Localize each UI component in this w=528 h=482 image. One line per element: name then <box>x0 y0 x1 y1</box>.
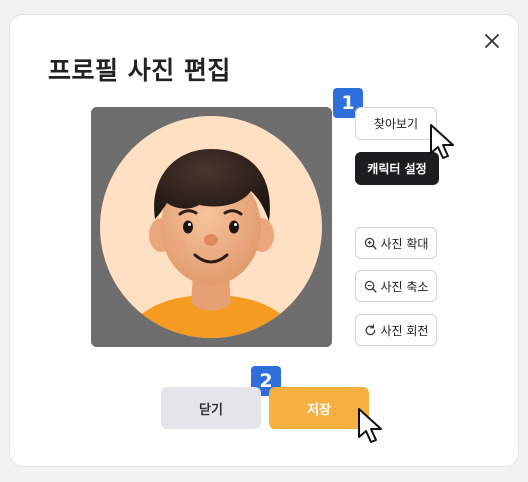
profile-photo-dialog: 프로필 사진 편집 1 찾아보기 캐릭터 설정 사진 확대 사진 축소 사진 회… <box>9 14 519 467</box>
browse-button-label: 찾아보기 <box>373 117 419 131</box>
character-settings-label: 캐릭터 설정 <box>367 162 427 176</box>
dialog-title: 프로필 사진 편집 <box>48 56 231 85</box>
save-button[interactable]: 저장 <box>269 387 369 429</box>
rotate-button[interactable]: 사진 회전 <box>355 314 437 346</box>
rotate-icon <box>365 323 375 335</box>
zoom-out-icon <box>364 280 377 293</box>
browse-button[interactable]: 찾아보기 <box>355 107 437 140</box>
character-settings-button[interactable]: 캐릭터 설정 <box>355 152 439 185</box>
zoom-out-label: 사진 축소 <box>380 279 429 294</box>
avatar-image <box>91 107 332 347</box>
zoom-in-icon <box>364 237 377 250</box>
mouse-pointer-icon <box>430 124 454 159</box>
zoom-in-label: 사진 확대 <box>380 236 429 251</box>
rotate-label: 사진 회전 <box>380 323 429 338</box>
zoom-in-button[interactable]: 사진 확대 <box>355 227 437 259</box>
close-button[interactable] <box>480 29 504 53</box>
close-icon <box>485 34 499 48</box>
zoom-out-button[interactable]: 사진 축소 <box>355 270 437 302</box>
close-dialog-button[interactable]: 닫기 <box>161 387 261 429</box>
close-dialog-label: 닫기 <box>199 402 223 418</box>
mouse-pointer-icon <box>358 408 382 443</box>
save-button-label: 저장 <box>307 402 331 418</box>
photo-preview[interactable] <box>91 107 332 347</box>
